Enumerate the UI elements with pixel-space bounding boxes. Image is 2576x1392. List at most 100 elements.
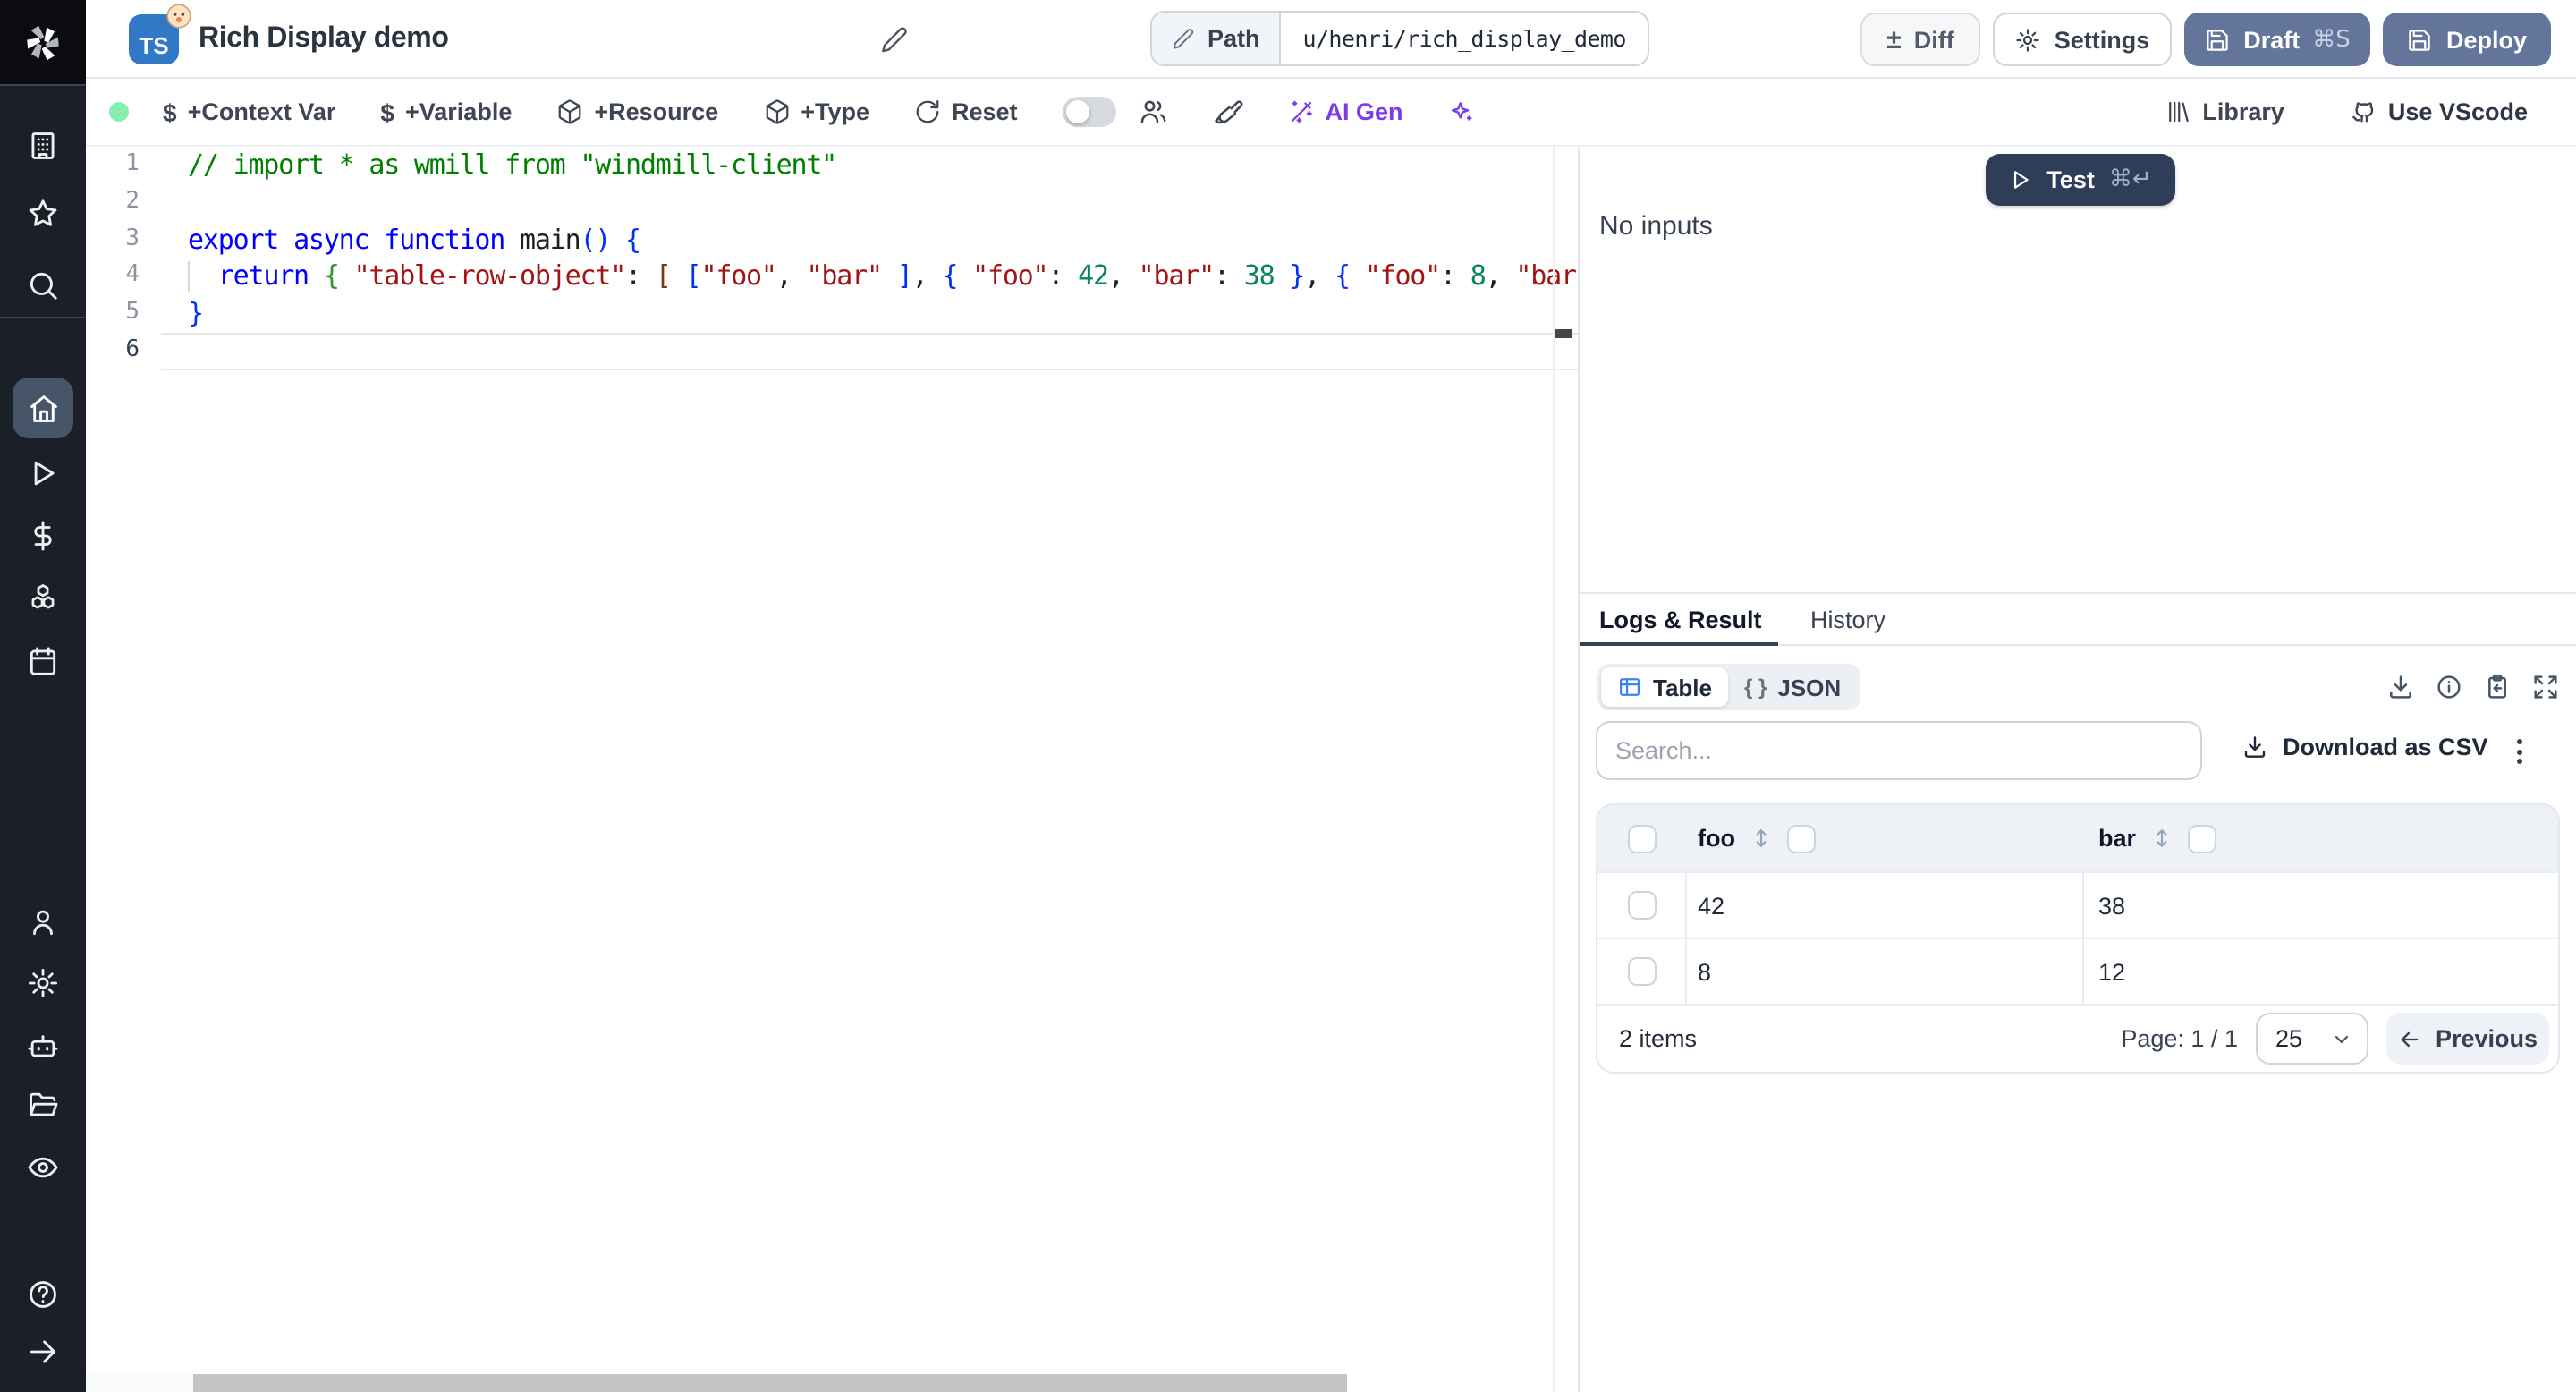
code-area: 1// import * as wmill from "windmill-cli… <box>86 147 1578 370</box>
sidebar-divider <box>0 317 86 318</box>
header-bar: TS Rich Display demo Path u/henri/rich_d… <box>86 0 2576 79</box>
line-number: 6 <box>86 333 161 370</box>
deploy-button[interactable]: Deploy <box>2383 13 2551 66</box>
sidebar <box>0 0 86 1392</box>
sidebar-item-workers[interactable] <box>26 1029 60 1063</box>
wand-sparkles-icon <box>1288 98 1315 125</box>
sidebar-item-resources[interactable] <box>26 581 60 615</box>
sidebar-item-home[interactable] <box>13 378 73 438</box>
library-icon <box>2165 98 2191 125</box>
code-line[interactable]: 1// import * as wmill from "windmill-cli… <box>86 147 1578 184</box>
cell-bar: 38 <box>2084 892 2558 919</box>
pencil-icon <box>1172 27 1195 50</box>
code-line[interactable]: 4 return { "table-row-object": [ ["foo",… <box>86 259 1578 296</box>
horizontal-scrollbar[interactable] <box>193 1374 1347 1392</box>
tab-history[interactable]: History <box>1810 594 1885 646</box>
table-row: 812 <box>1597 938 2558 1004</box>
reset-button[interactable]: Reset <box>914 98 1018 125</box>
sort-icon <box>1750 825 1773 852</box>
add-type-button[interactable]: +Type <box>763 98 869 125</box>
code-line[interactable]: 2 <box>86 184 1578 222</box>
result-actions <box>2386 673 2560 701</box>
cell-foo: 42 <box>1687 873 2084 938</box>
code-line[interactable]: 3export async function main() { <box>86 221 1578 259</box>
sidebar-item-variables[interactable] <box>26 519 60 553</box>
windmill-logo-icon[interactable] <box>0 0 86 86</box>
collaborators-button[interactable] <box>1138 97 1168 127</box>
copy-to-clipboard-icon[interactable] <box>2483 673 2512 701</box>
sidebar-item-folders[interactable] <box>26 1088 60 1122</box>
sort-icon <box>2150 825 2174 852</box>
library-button[interactable]: Library <box>2165 98 2284 125</box>
line-number: 5 <box>86 295 161 333</box>
page-indicator: Page: 1 / 1 <box>2121 1025 2238 1052</box>
save-icon <box>2204 26 2231 53</box>
add-resource-button[interactable]: +Resource <box>556 98 718 125</box>
code-line[interactable]: 5} <box>86 295 1578 333</box>
row-checkbox[interactable] <box>1627 957 1656 986</box>
code-line[interactable]: 6 <box>86 333 1578 370</box>
items-count: 2 items <box>1619 1025 1697 1052</box>
select-all-checkbox[interactable] <box>1628 824 1657 853</box>
tab-logs-result[interactable]: Logs & Result <box>1599 594 1762 646</box>
users-icon <box>1138 97 1168 127</box>
page-title: Rich Display demo <box>199 22 449 55</box>
result-table-body: 4238 812 <box>1597 871 2558 1004</box>
cell-foo: 8 <box>1687 939 2084 1004</box>
sidebar-item-runs[interactable] <box>26 456 60 490</box>
format-code-button[interactable] <box>1213 97 1243 127</box>
column-option-checkbox[interactable] <box>2188 824 2216 853</box>
diff-button[interactable]: ± Diff <box>1860 13 1980 66</box>
code-editor[interactable]: 1// import * as wmill from "windmill-cli… <box>86 147 1578 1392</box>
no-inputs-label: No inputs <box>1599 211 1713 242</box>
view-json-option[interactable]: { } JSON <box>1728 667 1857 707</box>
result-table: foo bar 4238 812 2 items Page: 1 / 1 25 <box>1596 803 2560 1074</box>
sidebar-item-schedules[interactable] <box>26 644 60 678</box>
play-icon <box>2009 168 2032 191</box>
sidebar-collapse-icon[interactable] <box>26 1335 60 1369</box>
column-option-checkbox[interactable] <box>1787 824 1816 853</box>
path-button[interactable]: Path u/henri/rich_display_demo <box>1150 11 1649 66</box>
column-header-bar[interactable]: bar <box>2084 824 2558 853</box>
sidebar-item-workspace[interactable] <box>26 129 60 163</box>
download-icon <box>2241 734 2268 760</box>
search-input[interactable] <box>1596 721 2202 780</box>
edit-summary-icon[interactable] <box>880 25 909 54</box>
add-context-var-button[interactable]: $ +Context Var <box>163 98 335 126</box>
download-icon[interactable] <box>2386 673 2415 701</box>
sidebar-item-favorites[interactable] <box>26 197 60 231</box>
table-menu-icon[interactable] <box>2506 737 2531 766</box>
sidebar-item-settings[interactable] <box>26 966 60 1000</box>
line-number: 1 <box>86 147 161 184</box>
test-button[interactable]: Test ⌘↵ <box>1986 154 2175 206</box>
dollar-icon: $ <box>380 98 394 126</box>
run-panel: Test ⌘↵ No inputs <box>1580 147 2576 592</box>
table-footer: 2 items Page: 1 / 1 25 Previous <box>1597 1004 2558 1072</box>
diff-mode-toggle[interactable] <box>1063 97 1116 127</box>
sidebar-item-help[interactable] <box>26 1277 60 1311</box>
use-vscode-button[interactable]: Use VScode <box>2349 98 2528 126</box>
status-dot <box>109 102 129 122</box>
page-size-select[interactable]: 25 <box>2256 1013 2368 1065</box>
table-header: foo bar <box>1597 805 2558 871</box>
arrow-left-icon <box>2398 1026 2423 1051</box>
download-csv-button[interactable]: Download as CSV <box>2241 734 2488 760</box>
row-checkbox[interactable] <box>1627 891 1656 920</box>
ai-gen-button[interactable]: AI Gen <box>1288 98 1403 125</box>
sidebar-item-audit-logs[interactable] <box>26 1150 60 1184</box>
column-header-foo[interactable]: foo <box>1687 824 2084 853</box>
settings-button[interactable]: Settings <box>1993 13 2172 66</box>
save-icon <box>2407 26 2434 53</box>
sparkles-icon[interactable] <box>1448 98 1477 126</box>
draft-button[interactable]: Draft ⌘S <box>2184 13 2370 66</box>
table-icon <box>1617 675 1642 700</box>
sidebar-item-search[interactable] <box>26 268 60 302</box>
result-tabs: Logs & Result History <box>1580 594 2576 646</box>
app-root: TS Rich Display demo Path u/henri/rich_d… <box>0 0 2576 1392</box>
view-table-option[interactable]: Table <box>1601 667 1728 707</box>
sidebar-item-users[interactable] <box>26 905 60 939</box>
info-icon[interactable] <box>2435 673 2463 701</box>
previous-page-button[interactable]: Previous <box>2386 1013 2549 1065</box>
add-variable-button[interactable]: $ +Variable <box>380 98 512 126</box>
expand-icon[interactable] <box>2531 673 2560 701</box>
